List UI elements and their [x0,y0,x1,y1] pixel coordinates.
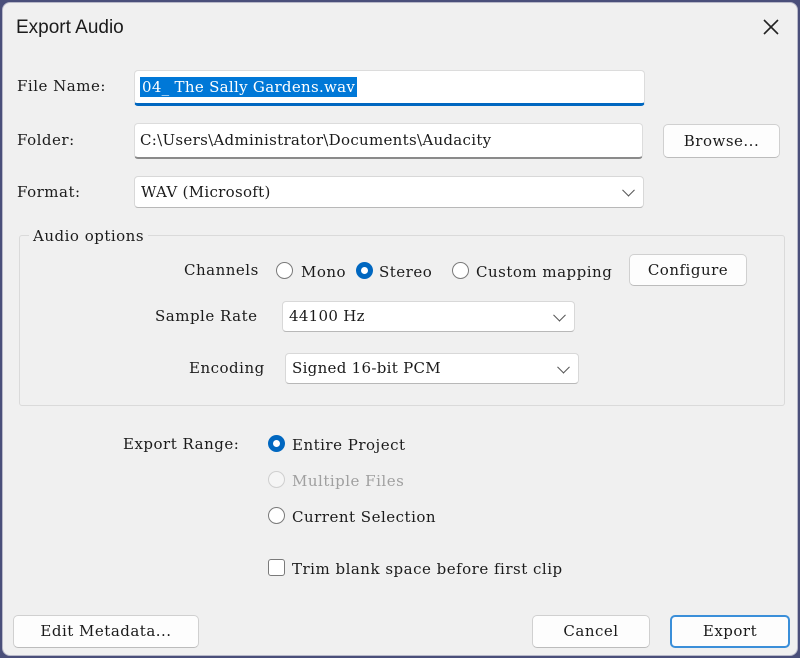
channel-custom-label[interactable]: Custom mapping [476,263,612,281]
range-multiple-files-label: Multiple Files [292,472,405,490]
dialog-title: Export Audio [16,17,124,38]
sample-rate-value: 44100 Hz [289,307,365,325]
channels-label: Channels [184,261,259,279]
folder-label: Folder: [17,131,75,149]
sample-rate-label: Sample Rate [155,307,258,325]
browse-button[interactable]: Browse... [663,124,780,158]
encoding-select[interactable]: Signed 16-bit PCM [285,353,579,384]
folder-input[interactable]: C:\Users\Administrator\Documents\Audacit… [134,123,643,159]
trim-blank-space-checkbox[interactable] [268,559,285,576]
file-name-label: File Name: [17,77,106,95]
configure-button[interactable]: Configure [629,254,747,286]
channel-mono-label[interactable]: Mono [301,263,346,281]
sample-rate-select[interactable]: 44100 Hz [282,301,575,332]
channel-stereo-label[interactable]: Stereo [379,263,432,281]
export-button[interactable]: Export [670,615,790,648]
format-select[interactable]: WAV (Microsoft) [134,176,644,208]
export-audio-dialog: Export Audio File Name: 04_ The Sally Ga… [2,2,798,656]
export-range-label: Export Range: [123,435,240,453]
channel-mono-radio[interactable] [276,262,293,279]
range-entire-project-radio[interactable] [268,435,285,452]
format-label: Format: [17,183,81,201]
close-icon[interactable] [761,17,781,37]
encoding-label: Encoding [189,359,265,377]
audio-options-legend: Audio options [29,227,149,245]
range-entire-project-label[interactable]: Entire Project [292,436,406,454]
range-current-selection-label[interactable]: Current Selection [292,508,436,526]
chevron-down-icon [553,308,566,322]
range-multiple-files-radio [268,471,285,488]
encoding-value: Signed 16-bit PCM [292,359,441,377]
chevron-down-icon [622,183,635,197]
format-value: WAV (Microsoft) [141,183,271,201]
file-name-input[interactable]: 04_ The Sally Gardens.wav [134,70,645,106]
range-current-selection-radio[interactable] [268,507,285,524]
file-name-value: 04_ The Sally Gardens.wav [140,77,358,97]
cancel-button[interactable]: Cancel [532,615,650,648]
chevron-down-icon [557,360,570,374]
channel-custom-radio[interactable] [452,262,469,279]
channel-stereo-radio[interactable] [356,262,373,279]
edit-metadata-button[interactable]: Edit Metadata... [13,615,199,648]
trim-blank-space-label[interactable]: Trim blank space before first clip [292,560,563,578]
